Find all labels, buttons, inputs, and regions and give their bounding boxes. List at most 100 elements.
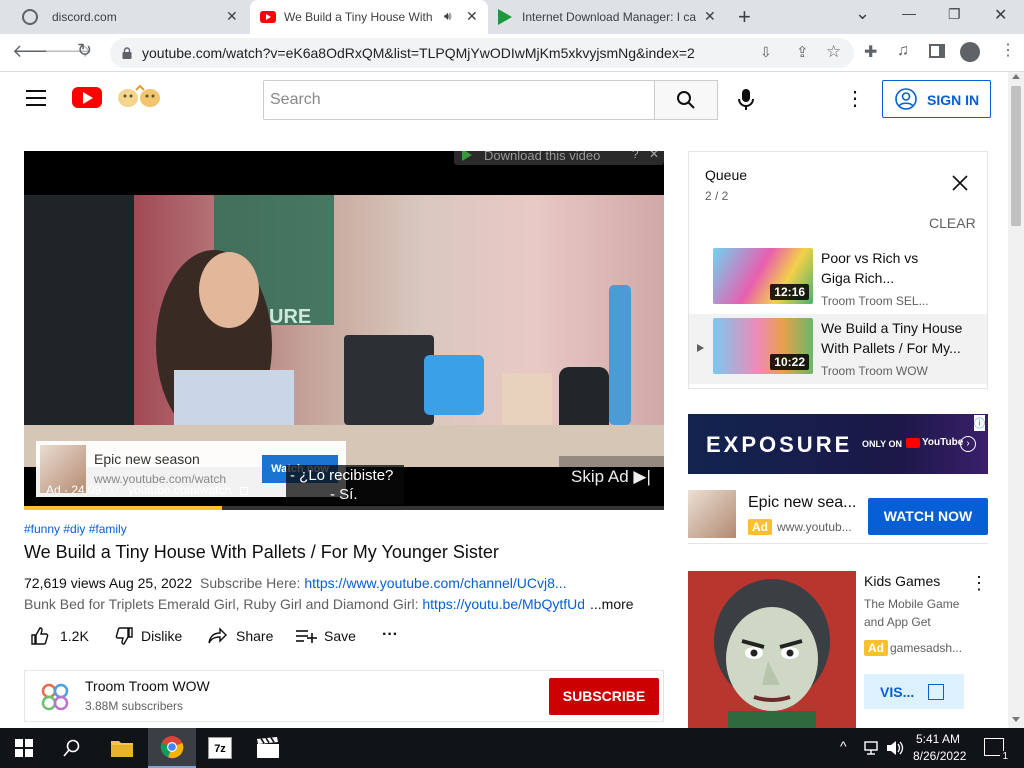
hashtags[interactable]: #funny #diy #family: [24, 522, 127, 536]
open-external-icon: [928, 684, 944, 700]
media-control-icon[interactable]: ♫: [897, 42, 909, 60]
tab-title: Internet Download Manager: I ca: [522, 10, 697, 24]
ad-url-link[interactable]: youtube.com/watch: [128, 483, 231, 497]
show-hidden-icons[interactable]: ^: [840, 738, 847, 754]
queue-item-channel: Troom Troom WOW: [821, 364, 928, 378]
subscribe-here-label: Subscribe Here:: [200, 575, 301, 591]
subscribe-button[interactable]: SUBSCRIBE: [549, 678, 659, 715]
description-line-1[interactable]: 72,619 views Aug 25, 2022 Subscribe Here…: [24, 575, 567, 591]
youtube-page: Search ⋮ SIGN IN URE Download this video…: [0, 72, 1008, 728]
sidebar-ad[interactable]: Epic new sea... Ad www.youtub... WATCH N…: [688, 488, 988, 544]
profile-icon[interactable]: [960, 42, 980, 62]
idm-download-label[interactable]: Download this video: [484, 151, 600, 163]
url-text: youtube.com/watch?v=eK6a8OdRxQM&list=TLP…: [142, 45, 695, 61]
channel-link[interactable]: https://www.youtube.com/channel/UCvj8...: [304, 575, 566, 591]
queue-item-current[interactable]: 10:22 We Build a Tiny House With Pallets…: [689, 314, 987, 384]
tab-idm[interactable]: Internet Download Manager: I ca ✕: [490, 0, 726, 34]
description-line-2[interactable]: Bunk Bed for Triplets Emerald Girl, Ruby…: [24, 596, 584, 612]
youtube-logo[interactable]: [72, 87, 102, 108]
lock-icon: [122, 46, 132, 59]
share-label: Share: [236, 628, 274, 644]
game-ad-menu-icon[interactable]: ⋮: [970, 573, 988, 594]
speaker-icon[interactable]: 🔊︎: [444, 9, 452, 24]
queue-item-thumbnail: 10:22: [713, 318, 813, 374]
browser-tab-bar: discord.com ✕ We Build a Tiny House With…: [0, 0, 1024, 34]
video-player[interactable]: URE Download this video ? ✕ Epic new sea…: [24, 151, 664, 510]
idm-help-icon[interactable]: ?: [632, 151, 639, 161]
visit-button[interactable]: VIS...: [864, 674, 964, 709]
settings-dots-icon[interactable]: ⋮: [845, 86, 865, 111]
dislike-button[interactable]: Dislike: [114, 624, 194, 648]
sign-in-button[interactable]: SIGN IN: [882, 80, 991, 118]
idm-download-panel[interactable]: Download this video ? ✕: [454, 151, 664, 165]
chrome-menu-icon[interactable]: ⋮: [1000, 40, 1016, 60]
like-button[interactable]: 1.2K: [30, 624, 100, 648]
file-explorer-button[interactable]: [98, 728, 146, 768]
ad-info-icon[interactable]: ⓘ: [106, 482, 118, 499]
extensions-icon[interactable]: ✚: [864, 42, 877, 62]
network-icon[interactable]: [864, 741, 882, 755]
tab-discord[interactable]: discord.com ✕: [8, 0, 248, 34]
7zip-button[interactable]: 7z: [196, 728, 244, 768]
volume-icon[interactable]: [886, 740, 904, 756]
more-actions-button[interactable]: ···: [382, 626, 398, 644]
omnibox[interactable]: youtube.com/watch?v=eK6a8OdRxQM&list=TLP…: [110, 38, 854, 68]
7zip-icon: 7z: [208, 737, 232, 759]
tab-search-button[interactable]: ⌄: [855, 3, 870, 24]
game-ad[interactable]: Kids Games ⋮ The Mobile Game and App Get…: [688, 571, 988, 728]
share-button[interactable]: Share: [208, 624, 280, 648]
queue-title: Queue: [705, 167, 748, 183]
queue-item[interactable]: 12:16 Poor vs Rich vs Giga Rich... Troom…: [689, 244, 987, 314]
close-window-button[interactable]: ✕: [994, 5, 1007, 25]
caption-line-1: - ¿Lo recibiste?: [290, 467, 394, 484]
share-icon[interactable]: ⇪: [796, 43, 809, 61]
banner-ad[interactable]: EXPOSURE ONLY ON YouTube › ⓘ: [688, 414, 988, 474]
close-tab-icon[interactable]: ✕: [704, 8, 716, 25]
clock-date[interactable]: 8/26/2022: [913, 749, 966, 763]
banner-brand: EXPOSURE: [706, 432, 853, 457]
chrome-icon: [160, 736, 184, 759]
progress-bar[interactable]: [24, 506, 664, 510]
ad-choices-icon[interactable]: ⓘ: [974, 415, 985, 431]
channel-name[interactable]: Troom Troom WOW: [85, 678, 210, 694]
bookmark-star-icon[interactable]: ☆: [826, 42, 841, 62]
reload-icon[interactable]: ↻: [77, 40, 92, 61]
restore-button[interactable]: ❐: [948, 6, 961, 23]
close-icon[interactable]: [951, 174, 969, 192]
scroll-down-arrow-icon[interactable]: [1012, 717, 1020, 722]
queue-item-title-line-1: Poor vs Rich vs: [821, 250, 919, 266]
queue-item-thumbnail: 12:16: [713, 248, 813, 304]
game-ad-title: Kids Games: [864, 573, 941, 589]
notification-center-button[interactable]: 1: [984, 738, 1010, 762]
scrollbar-thumb[interactable]: [1011, 86, 1021, 226]
start-button[interactable]: [0, 728, 48, 768]
watch-now-cta-button[interactable]: WATCH NOW: [868, 498, 988, 535]
install-icon[interactable]: ⇩: [760, 44, 772, 61]
hamburger-menu-icon[interactable]: [26, 90, 46, 106]
minimize-button[interactable]: —: [902, 5, 916, 21]
clock-time[interactable]: 5:41 AM: [916, 732, 960, 746]
chrome-taskbar-button[interactable]: [148, 728, 196, 768]
show-more-button[interactable]: ...more: [590, 596, 634, 612]
description-link[interactable]: https://youtu.be/MbQytfUd-: [422, 596, 584, 612]
search-button[interactable]: [654, 80, 718, 120]
taskbar-search-button[interactable]: [48, 728, 96, 768]
voice-search-button[interactable]: [732, 82, 760, 118]
page-scrollbar[interactable]: [1008, 72, 1024, 728]
skip-ad-button[interactable]: Skip Ad ▶|: [559, 456, 664, 496]
close-tab-icon[interactable]: ✕: [466, 8, 478, 25]
banner-arrow-icon[interactable]: ›: [960, 436, 976, 452]
save-button[interactable]: Save: [296, 624, 366, 648]
search-icon: [63, 739, 80, 757]
channel-avatar[interactable]: [41, 683, 69, 711]
scroll-up-arrow-icon[interactable]: [1012, 74, 1020, 79]
idm-close-icon[interactable]: ✕: [649, 151, 659, 161]
close-tab-icon[interactable]: ✕: [226, 8, 238, 25]
search-input[interactable]: Search: [263, 80, 655, 120]
doodle-logo-image[interactable]: [116, 84, 164, 110]
queue-clear-button[interactable]: CLEAR: [929, 215, 976, 231]
side-panel-icon[interactable]: [929, 44, 945, 58]
tab-youtube[interactable]: We Build a Tiny House With 🔊︎ ✕: [250, 0, 488, 34]
new-tab-button[interactable]: +: [738, 4, 751, 30]
media-app-button[interactable]: [244, 728, 292, 768]
